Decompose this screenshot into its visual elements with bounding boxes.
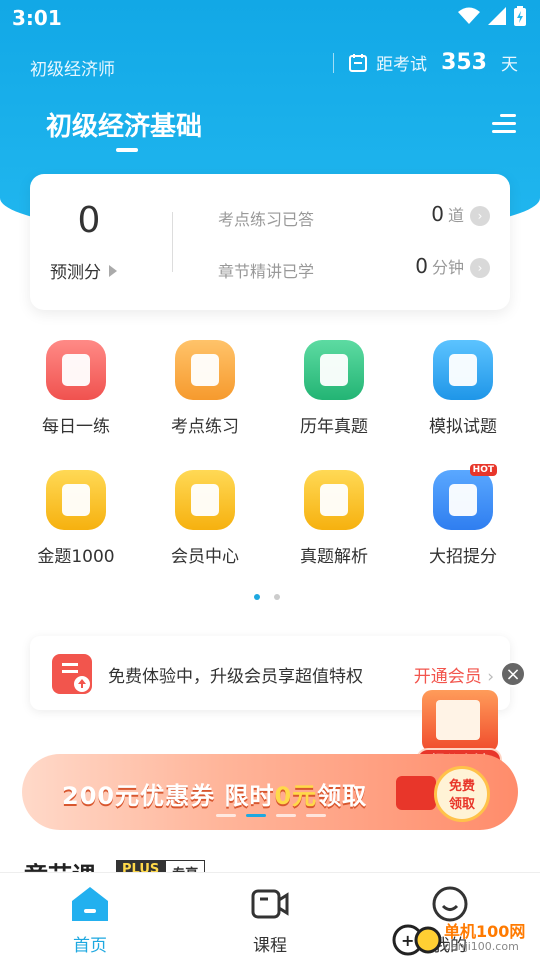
countdown-unit: 天: [501, 55, 518, 75]
crown-icon: [175, 470, 235, 530]
paper-icon: [304, 340, 364, 400]
edit-paper-icon: [304, 470, 364, 530]
stat-row-practice[interactable]: 考点练习已答 0道 ›: [218, 202, 490, 232]
gold-book-icon: [46, 470, 106, 530]
grid-item-score-boost[interactable]: HOT 大招提分: [399, 464, 527, 567]
calendar-check-icon: [46, 340, 106, 400]
watermark-logo-icon: +: [392, 924, 442, 956]
title-underline: [116, 148, 138, 152]
battery-icon: [514, 6, 526, 26]
pager-dot: [246, 814, 266, 817]
header-top-row: 初级经济师 距考试 353 天: [0, 50, 540, 84]
predicted-score-value: 0: [77, 200, 101, 241]
coupon-banner[interactable]: 200元优惠券 限时0元领取 免费 领取: [22, 754, 518, 830]
banner-text: 200元优惠券 限时0元领取: [62, 782, 368, 810]
lightning-doc-icon: [175, 340, 235, 400]
calendar-icon: [349, 53, 368, 72]
stat-value: 0道: [431, 202, 464, 226]
status-icons: [458, 6, 526, 26]
chart-screen-icon: [433, 340, 493, 400]
nav-home[interactable]: 首页: [30, 885, 150, 956]
signal-icon: [488, 7, 506, 25]
pager-dot: [276, 814, 296, 817]
document-arrow-icon: [422, 690, 498, 752]
chevron-right-icon: ›: [470, 258, 490, 278]
triangle-right-icon: [109, 264, 117, 277]
pager-dot: [216, 814, 236, 817]
hot-badge: HOT: [469, 464, 497, 476]
chevron-right-icon: ›: [487, 667, 494, 687]
divider: [333, 52, 335, 73]
divider: [172, 212, 173, 272]
video-hot-icon: HOT: [433, 464, 497, 530]
stat-row-lecture[interactable]: 章节精讲已学 0 分钟 ›: [218, 254, 490, 284]
stat-value: 0 分钟: [415, 254, 464, 278]
nav-courses[interactable]: 课程: [210, 885, 330, 956]
status-bar: 3:01: [0, 0, 540, 36]
svg-text:+: +: [401, 931, 414, 950]
upgrade-doc-icon: [52, 654, 92, 694]
watermark: + 单机100网 danji100.com: [392, 918, 538, 958]
grid-item-member-center[interactable]: 会员中心: [141, 470, 269, 567]
open-membership-link[interactable]: 开通会员 ›: [414, 662, 494, 687]
banner-pager: [216, 814, 326, 817]
exam-type-selector[interactable]: 初级经济师: [30, 55, 115, 80]
countdown-prefix: 距考试: [376, 55, 428, 75]
status-time: 3:01: [12, 6, 62, 30]
chevron-right-icon: ›: [470, 206, 490, 226]
pager-dot[interactable]: [274, 594, 280, 600]
grid-item-paper-analysis[interactable]: 真题解析: [270, 470, 398, 567]
predicted-score-link[interactable]: 预测分: [50, 258, 117, 283]
pager-dot[interactable]: [254, 594, 260, 600]
predicted-score-label: 预测分: [50, 263, 101, 283]
close-icon[interactable]: ×: [500, 661, 526, 687]
grid-item-past-papers[interactable]: 历年真题: [270, 340, 398, 437]
home-icon: [70, 885, 110, 923]
grid-item-mock-tests[interactable]: 模拟试题: [399, 340, 527, 437]
grid-item-daily-practice[interactable]: 每日一练: [12, 340, 140, 437]
pager-dot: [306, 814, 326, 817]
menu-icon[interactable]: [492, 114, 516, 134]
stat-label: 考点练习已答: [218, 210, 315, 229]
countdown-days: 353: [441, 50, 487, 75]
exam-countdown[interactable]: 距考试 353 天: [333, 50, 518, 75]
grid-item-point-practice[interactable]: 考点练习: [141, 340, 269, 437]
stat-label: 章节精讲已学: [218, 262, 315, 281]
promo-text: 免费体验中，升级会员享超值特权: [108, 667, 363, 687]
wifi-icon: [458, 7, 480, 24]
free-claim-badge: 免费 领取: [434, 766, 490, 822]
subject-title[interactable]: 初级经济基础: [46, 106, 202, 143]
grid-item-gold-1000[interactable]: 金题1000: [12, 470, 140, 567]
gift-icon: [396, 776, 436, 810]
grid-pager: [254, 594, 280, 600]
video-camera-icon: [250, 885, 290, 923]
stats-card: 0 预测分 考点练习已答 0道 › 章节精讲已学 0 分钟 ›: [30, 174, 510, 310]
